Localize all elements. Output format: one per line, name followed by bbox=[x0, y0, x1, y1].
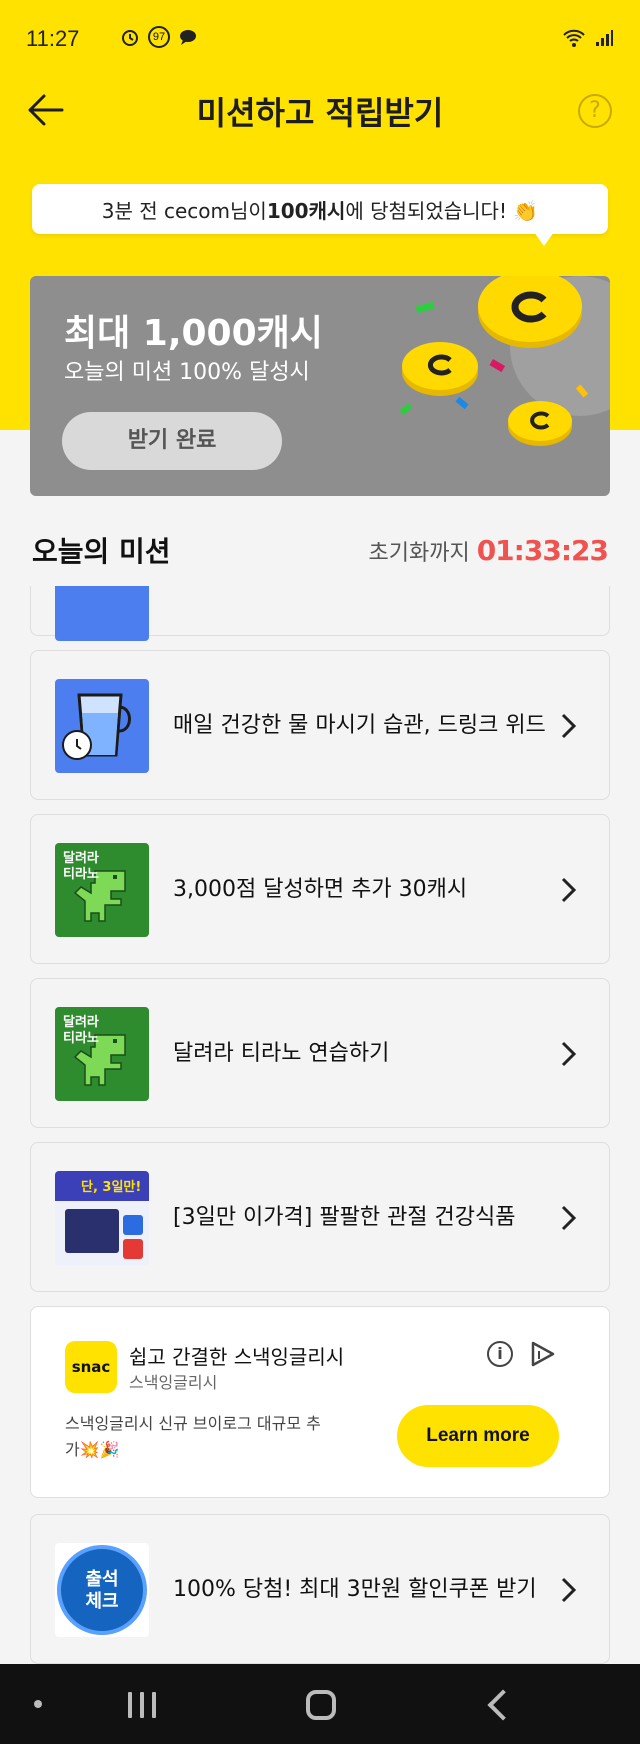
dino-game-thumb: 달려라 티라노 bbox=[55, 843, 149, 937]
chat-bubble-icon bbox=[180, 30, 196, 45]
recent-apps-icon[interactable] bbox=[128, 1692, 156, 1718]
notification-amount: 100캐시 bbox=[266, 198, 346, 223]
mission-card[interactable]: 단, 3일만! [3일만 이가격] 팔팔한 관절 건강식품 bbox=[30, 1142, 610, 1292]
status-time: 11:27 bbox=[26, 26, 80, 51]
dino-game-thumb: 달려라 티라노 bbox=[55, 1007, 149, 1101]
ad-card[interactable]: snac 쉽고 간결한 스낵잉글리시 스낵잉글리시 스낵잉글리시 신규 브이로그… bbox=[30, 1306, 610, 1498]
missions-title: 오늘의 미션 bbox=[32, 535, 171, 568]
mission-card[interactable]: 매일 건강한 물 마시기 습관, 드링크 위드 bbox=[30, 650, 610, 800]
mission-label: 매일 건강한 물 마시기 습관, 드링크 위드 bbox=[173, 713, 546, 738]
nav-back-icon[interactable] bbox=[487, 1689, 519, 1721]
ad-choices-icon[interactable] bbox=[527, 1339, 557, 1369]
claim-complete-button[interactable]: 받기 완료 bbox=[62, 412, 282, 470]
product-promo-thumb: 단, 3일만! bbox=[55, 1171, 149, 1265]
coins-illustration bbox=[399, 276, 610, 446]
chevron-right-icon bbox=[561, 1577, 577, 1603]
reward-card: 최대 1,000캐시 오늘의 미션 100% 달성시 받기 완료 bbox=[30, 276, 610, 496]
status-icons: 97 bbox=[120, 26, 198, 48]
status-bar: 11:27 97 bbox=[0, 0, 640, 80]
mission-thumb bbox=[55, 586, 149, 641]
system-nav-bar bbox=[0, 1664, 640, 1744]
chevron-right-icon bbox=[561, 1205, 577, 1231]
chevron-right-icon bbox=[561, 1041, 577, 1067]
status-right-icons bbox=[562, 28, 614, 48]
mission-label: 3,000점 달성하면 추가 30캐시 bbox=[173, 877, 468, 902]
reset-label: 초기화까지 bbox=[368, 541, 470, 566]
water-cup-icon bbox=[55, 679, 149, 773]
attendance-check-thumb: 출석 체크 bbox=[55, 1543, 149, 1637]
attendance-thumb-text: 출석 체크 bbox=[85, 1569, 119, 1612]
mission-label: 달려라 티라노 연습하기 bbox=[173, 1041, 390, 1066]
mission-label: [3일만 이가격] 팔팔한 관절 건강식품 bbox=[173, 1205, 516, 1230]
help-button[interactable]: ? bbox=[578, 94, 612, 128]
chevron-right-icon bbox=[561, 877, 577, 903]
reset-countdown: 초기화까지 01:33:23 bbox=[368, 534, 610, 567]
mission-card-partial[interactable] bbox=[30, 586, 610, 641]
chevron-right-icon bbox=[561, 713, 577, 739]
dino-thumb-text: 달려라 티라노 bbox=[63, 851, 99, 882]
reward-title: 최대 1,000캐시 bbox=[64, 313, 323, 354]
notification-prefix: 3분 전 cecom님이 bbox=[101, 198, 267, 223]
reset-timer: 01:33:23 bbox=[476, 534, 609, 567]
home-icon[interactable] bbox=[306, 1690, 336, 1720]
info-icon[interactable]: i bbox=[487, 1341, 513, 1367]
notification-count-badge: 97 bbox=[148, 26, 170, 48]
signal-icon bbox=[596, 30, 613, 46]
wifi-icon bbox=[563, 29, 585, 47]
mission-card[interactable]: 출석 체크 100% 당첨! 최대 3만원 할인쿠폰 받기 bbox=[30, 1514, 610, 1664]
learn-more-button[interactable]: Learn more bbox=[397, 1405, 559, 1467]
promo-thumb-text: 단, 3일만! bbox=[81, 1180, 142, 1195]
alarm-icon bbox=[122, 30, 138, 46]
mission-card[interactable]: 달려라 티라노 달려라 티라노 연습하기 bbox=[30, 978, 610, 1128]
bubble-tail bbox=[534, 232, 554, 246]
ad-description: 스낵잉글리시 신규 브이로그 대규모 추가💥🎉 bbox=[65, 1414, 321, 1459]
mission-label: 100% 당첨! 최대 3만원 할인쿠폰 받기 bbox=[173, 1577, 537, 1602]
missions-list: 매일 건강한 물 마시기 습관, 드링크 위드 달려라 티라노 3,000점 달… bbox=[0, 586, 640, 1664]
mission-card[interactable]: 달려라 티라노 3,000점 달성하면 추가 30캐시 bbox=[30, 814, 610, 964]
ad-logo: snac bbox=[65, 1341, 117, 1393]
notification-suffix: 에 당첨되었습니다! 👏 bbox=[345, 198, 539, 223]
reward-subtitle: 오늘의 미션 100% 달성시 bbox=[64, 360, 310, 385]
ad-title: 쉽고 간결한 스낵잉글리시 bbox=[129, 1345, 345, 1369]
dino-thumb-text: 달려라 티라노 bbox=[63, 1015, 99, 1046]
winner-notification: 3분 전 cecom님이 100캐시 에 당첨되었습니다! 👏 bbox=[32, 184, 608, 234]
ad-brand: 스낵잉글리시 bbox=[129, 1373, 218, 1392]
nav-dot-icon[interactable] bbox=[34, 1700, 42, 1708]
page-title: 미션하고 적립받기 bbox=[196, 94, 444, 132]
